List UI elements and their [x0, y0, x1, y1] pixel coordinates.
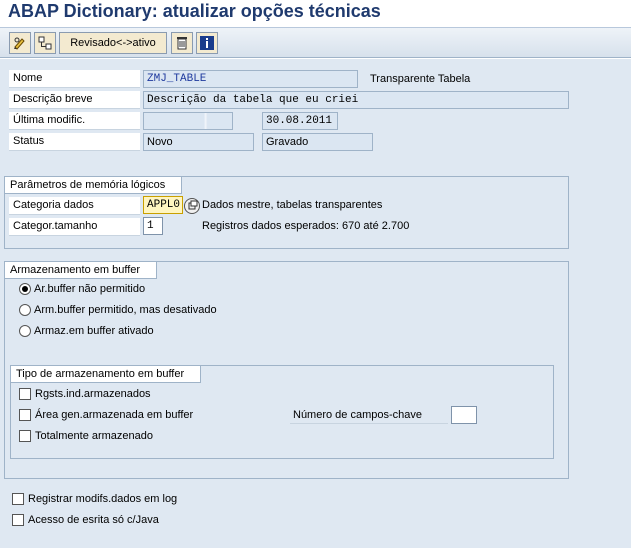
generic-area-checkbox[interactable]: [19, 409, 31, 421]
data-category-input[interactable]: APPL0: [143, 196, 183, 214]
info-icon: [200, 36, 214, 50]
key-fields-input[interactable]: [451, 406, 477, 424]
buffer-active-label: Armaz.em buffer ativado: [34, 325, 154, 337]
size-category-input[interactable]: 1: [143, 217, 163, 235]
trash-icon: [177, 37, 187, 50]
memory-params-title: Parâmetros de memória lógicos: [5, 177, 183, 194]
value-help-button[interactable]: [184, 198, 200, 214]
status-field: Novo: [143, 133, 254, 151]
java-only-checkbox[interactable]: [12, 514, 24, 526]
hierarchy-icon: [38, 36, 52, 50]
value-help-icon: [188, 200, 198, 210]
log-changes-checkbox[interactable]: [12, 493, 24, 505]
single-records-checkbox[interactable]: [19, 388, 31, 400]
fully-buffered-checkbox[interactable]: [19, 430, 31, 442]
info-button[interactable]: [196, 32, 218, 54]
key-fields-label: Número de campos-chave: [290, 406, 448, 424]
delete-button[interactable]: [171, 32, 193, 54]
data-category-desc: Dados mestre, tabelas transparentes: [202, 199, 383, 211]
buffer-allowed-off-label: Arm.buffer permitido, mas desativado: [34, 304, 217, 316]
buffer-not-allowed-radio[interactable]: [19, 283, 31, 295]
name-label: Nome: [9, 70, 140, 88]
single-records-label: Rgsts.ind.armazenados: [35, 388, 151, 400]
table-type-text: Transparente Tabela: [370, 73, 471, 85]
application-toolbar: Revisado<->ativo: [0, 28, 631, 58]
fully-buffered-label: Totalmente armazenado: [35, 430, 154, 442]
buffer-active-radio[interactable]: [19, 325, 31, 337]
log-changes-label: Registrar modifs.dados em log: [28, 493, 178, 505]
last-modified-user-field: [143, 112, 233, 130]
buffering-title: Armazenamento em buffer: [5, 262, 158, 279]
status-saved-field: Gravado: [262, 133, 373, 151]
status-label: Status: [9, 133, 140, 151]
size-category-label: Categor.tamanho: [9, 218, 140, 236]
description-label: Descrição breve: [9, 91, 140, 109]
table-name-field: ZMJ_TABLE: [143, 70, 358, 88]
last-modified-date-field: 30.08.2011: [262, 112, 338, 130]
buffer-not-allowed-label: Ar.buffer não permitido: [34, 283, 146, 295]
generic-area-label: Área gen.armazenada em buffer: [35, 409, 194, 421]
last-modified-label: Última modific.: [9, 112, 140, 130]
other-object-button[interactable]: [34, 32, 56, 54]
toggle-revised-active-button[interactable]: Revisado<->ativo: [59, 32, 167, 54]
description-field[interactable]: Descrição da tabela que eu criei: [143, 91, 569, 109]
size-category-desc: Registros dados esperados: 670 até 2.700: [202, 220, 410, 232]
buffer-allowed-off-radio[interactable]: [19, 304, 31, 316]
pencil-glasses-icon: [14, 37, 25, 50]
buffer-type-title: Tipo de armazenamento em buffer: [11, 366, 202, 383]
data-category-label: Categoria dados: [9, 197, 140, 215]
window-title: ABAP Dictionary: atualizar opções técnic…: [8, 1, 381, 21]
java-only-label: Acesso de esrita só c/Java: [28, 514, 159, 526]
display-change-button[interactable]: [9, 32, 31, 54]
